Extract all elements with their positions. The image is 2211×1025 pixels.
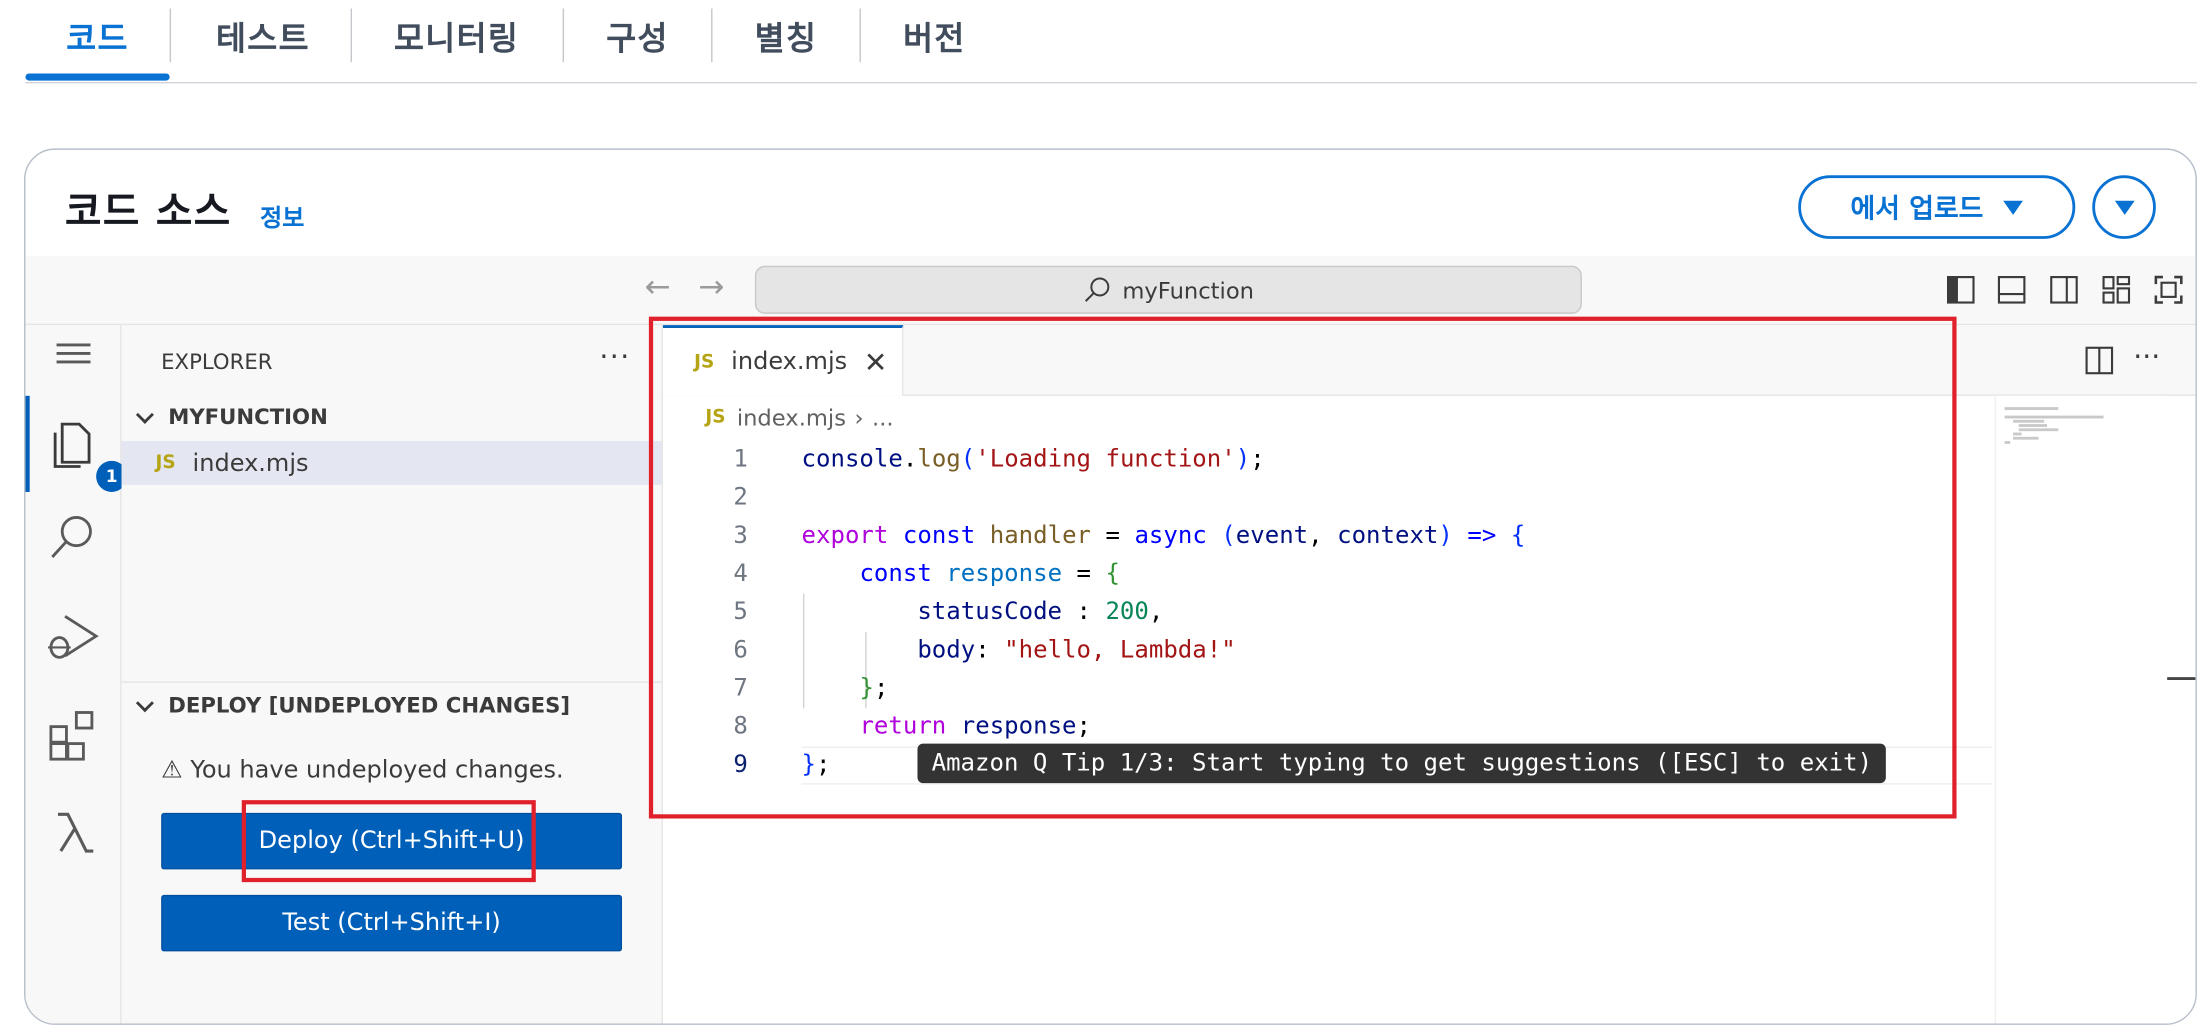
file-name: index.mjs xyxy=(192,448,309,478)
active-view-indicator xyxy=(25,395,30,492)
info-link[interactable]: 정보 xyxy=(260,198,304,233)
test-button[interactable]: Test (Ctrl+Shift+I) xyxy=(161,894,623,952)
deploy-section-title: DEPLOY [UNDEPLOYED CHANGES] xyxy=(168,692,571,719)
menu-icon[interactable] xyxy=(45,325,102,382)
lambda-icon[interactable] xyxy=(45,803,102,860)
folder-header[interactable]: MYFUNCTION xyxy=(133,404,328,430)
file-item-index[interactable]: JS index.mjs xyxy=(121,441,662,485)
tab-versions[interactable]: 버전 xyxy=(885,11,984,68)
tab-divider xyxy=(169,8,172,63)
scrollbar-marker[interactable] xyxy=(2167,677,2196,680)
activity-bar: 1 xyxy=(25,325,128,1024)
tab-divider xyxy=(711,8,713,63)
explorer-title: EXPLORER xyxy=(161,349,273,375)
chevron-down-icon xyxy=(135,693,154,712)
minimap-line xyxy=(2004,441,2011,444)
tab-code[interactable]: 코드 xyxy=(25,11,169,68)
chevron-down-icon xyxy=(135,405,154,424)
explorer-view[interactable]: 1 xyxy=(45,413,128,492)
minimap-line xyxy=(2013,436,2039,440)
more-icon[interactable]: ··· xyxy=(2133,339,2160,373)
maximize-icon[interactable] xyxy=(2153,274,2184,305)
search-text: myFunction xyxy=(1122,276,1255,304)
section-divider xyxy=(121,681,662,683)
ide-title-bar: ← → myFunction xyxy=(25,255,2196,326)
tab-divider xyxy=(562,8,565,63)
caret-down-icon xyxy=(2114,200,2134,215)
toggle-primary-sidebar-icon[interactable] xyxy=(1945,274,1976,305)
minimap-line xyxy=(2013,432,2022,436)
caret-down-icon xyxy=(2003,200,2023,215)
editor-highlight-box xyxy=(648,316,1957,819)
toggle-secondary-sidebar-icon[interactable] xyxy=(2048,274,2079,305)
panel-title: 코드 소스 xyxy=(65,188,232,235)
back-arrow-icon[interactable]: ← xyxy=(645,270,671,305)
undeployed-warning: ⚠ You have undeployed changes. xyxy=(161,756,564,785)
upload-label: 에서 업로드 xyxy=(1850,193,1984,225)
more-icon[interactable]: ··· xyxy=(599,339,630,373)
tab-test[interactable]: 테스트 xyxy=(192,11,333,68)
folder-name: MYFUNCTION xyxy=(168,404,328,430)
explorer-sidebar: EXPLORER ··· MYFUNCTION JS index.mjs DEP… xyxy=(121,325,664,1024)
tab-monitoring[interactable]: 모니터링 xyxy=(379,11,535,68)
active-tab-indicator xyxy=(25,73,170,81)
more-actions-button[interactable] xyxy=(2092,175,2156,239)
minimap-line xyxy=(2004,415,2104,419)
extensions-icon[interactable] xyxy=(45,707,102,764)
minimap-line xyxy=(2018,424,2048,427)
minimap-line xyxy=(2004,407,2059,410)
run-debug-icon[interactable] xyxy=(45,608,102,665)
minimap-line xyxy=(2018,428,2059,432)
search-icon[interactable] xyxy=(45,509,102,566)
js-file-icon: JS xyxy=(155,452,176,474)
tab-divider xyxy=(350,8,353,63)
command-center-search[interactable]: myFunction xyxy=(754,265,1582,314)
upload-from-button[interactable]: 에서 업로드 xyxy=(1798,175,2076,239)
tab-bar: 코드 테스트 모니터링 구성 별칭 버전 xyxy=(25,0,2197,84)
deploy-highlight-box xyxy=(241,800,536,883)
tab-aliases[interactable]: 별칭 xyxy=(737,11,836,68)
search-icon xyxy=(1084,277,1110,302)
split-editor-icon[interactable] xyxy=(2084,345,2115,376)
files-icon xyxy=(53,422,91,468)
minimap-line xyxy=(2013,419,2045,423)
tab-configuration[interactable]: 구성 xyxy=(588,11,687,68)
minimap[interactable] xyxy=(1994,395,2165,1024)
tab-divider xyxy=(859,8,861,63)
deploy-section-header[interactable]: DEPLOY [UNDEPLOYED CHANGES] xyxy=(133,693,570,718)
forward-arrow-icon[interactable]: → xyxy=(698,270,724,305)
customize-layout-icon[interactable] xyxy=(2101,274,2132,305)
toggle-panel-icon[interactable] xyxy=(1996,274,2027,305)
